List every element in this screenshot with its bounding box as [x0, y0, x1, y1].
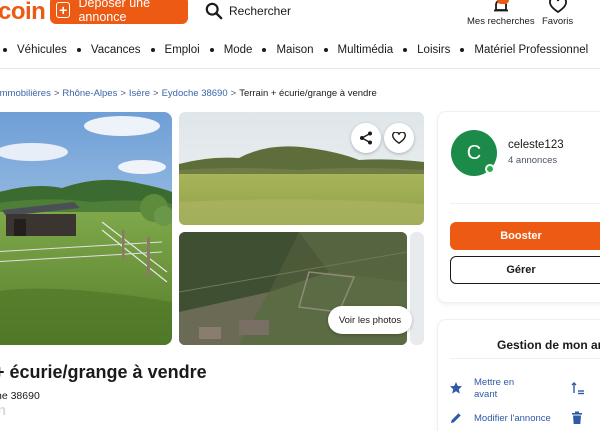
nav-item-vehicules[interactable]: Véhicules — [17, 44, 67, 56]
photo-strip — [410, 232, 424, 345]
manage-button[interactable]: Gérer — [450, 256, 600, 284]
favorites-button[interactable]: Favoris — [542, 0, 573, 27]
post-ad-button[interactable]: + Déposer une annonce — [50, 0, 188, 24]
heart-icon — [392, 131, 406, 144]
nav-separator — [3, 48, 7, 52]
trash-icon — [572, 411, 582, 424]
pencil-icon — [451, 413, 461, 423]
nav-separator — [262, 48, 267, 52]
see-photos-button[interactable]: Voir les photos — [328, 306, 412, 334]
sort-icon — [571, 382, 584, 395]
search-button[interactable]: Rechercher — [205, 2, 291, 20]
edit-ad-action[interactable]: Modifier l'annonce — [474, 413, 551, 425]
category-nav: Véhicules Vacances Emploi Mode Maison Mu… — [0, 38, 600, 62]
nav-separator — [209, 48, 214, 52]
favorite-button[interactable] — [384, 123, 414, 153]
listing-location: he 38690 — [0, 390, 40, 402]
nav-item-maison[interactable]: Maison — [276, 44, 313, 56]
share-icon — [360, 131, 372, 145]
nav-separator — [150, 48, 155, 52]
breadcrumb-separator: > — [120, 88, 126, 99]
breadcrumb-link[interactable]: Eydoche 38690 — [162, 88, 228, 99]
nav-item-vacances[interactable]: Vacances — [91, 44, 141, 56]
seller-listings-count[interactable]: 4 annonces — [508, 155, 557, 166]
barn-meadow-image — [0, 112, 172, 345]
nav-item-multimedia[interactable]: Multimédia — [338, 44, 394, 56]
search-label: Rechercher — [229, 4, 292, 18]
nav-item-loisirs[interactable]: Loisirs — [417, 44, 450, 56]
boost-button[interactable]: Booster — [450, 222, 600, 250]
nav-separator — [323, 48, 328, 52]
breadcrumb-link[interactable]: Rhône-Alpes — [62, 88, 117, 99]
online-indicator — [485, 164, 495, 174]
post-ad-label: Déposer une annonce — [78, 0, 151, 24]
management-divider — [450, 358, 600, 359]
plus-icon: + — [56, 2, 71, 18]
saved-searches-button[interactable]: Mes recherches — [467, 0, 535, 27]
nav-item-materiel-professionnel[interactable]: Matériel Professionnel — [474, 44, 588, 56]
search-icon — [205, 2, 223, 20]
header: coin + Déposer une annonce Rechercher Me… — [0, 0, 600, 36]
heart-icon — [548, 0, 567, 14]
seller-name[interactable]: celeste123 — [508, 139, 564, 151]
star-icon — [450, 382, 462, 394]
main-photo[interactable] — [0, 112, 172, 345]
nav-separator — [460, 48, 465, 52]
breadcrumb-separator: > — [153, 88, 159, 99]
breadcrumb: Immobilières > Rhône-Alpes > Isère > Eydoche 3… — [0, 88, 377, 99]
saved-searches-label: Mes recherches — [467, 16, 535, 27]
nav-separator — [76, 48, 81, 52]
breadcrumb-current: Terrain + écurie/grange à vendre — [239, 88, 377, 99]
nav-item-mode[interactable]: Mode — [224, 44, 253, 56]
card-divider — [450, 203, 600, 204]
breadcrumb-link[interactable]: Isère — [129, 88, 150, 99]
favorites-label: Favoris — [542, 16, 574, 27]
share-button[interactable] — [351, 123, 381, 153]
logo[interactable]: coin — [0, 0, 46, 26]
listing-page: coin + Déposer une annonce Rechercher Me… — [0, 0, 600, 431]
highlight-action[interactable]: Mettre en avant — [474, 377, 534, 402]
nav-item-emploi[interactable]: Emploi — [165, 44, 200, 56]
watermark: n — [0, 402, 7, 419]
breadcrumb-link[interactable]: Immobilières — [0, 88, 51, 99]
nav-divider — [0, 68, 600, 69]
nav-separator — [403, 48, 408, 52]
management-title: Gestion de mon an — [497, 338, 600, 352]
breadcrumb-separator: > — [230, 88, 237, 99]
breadcrumb-separator: > — [53, 88, 60, 99]
listing-title: + écurie/grange à vendre — [0, 362, 207, 382]
